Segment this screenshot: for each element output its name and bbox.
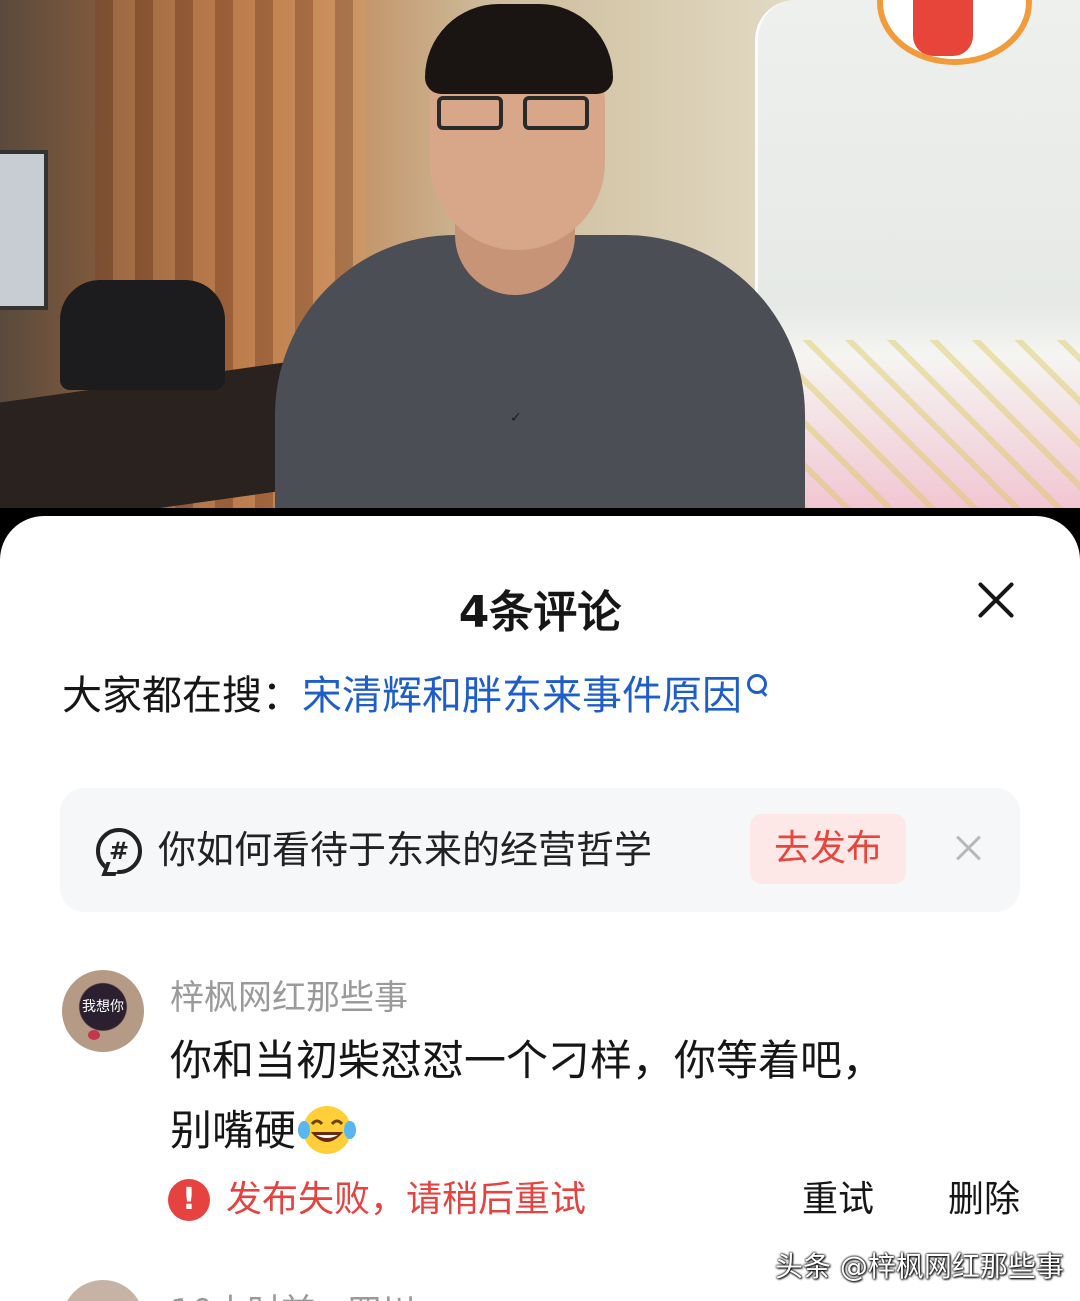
watermark: 头条 @梓枫网红那些事	[775, 1250, 1064, 1283]
avatar[interactable]	[62, 1280, 144, 1301]
video-player[interactable]: ✓	[0, 0, 1080, 508]
comment-text: 你和当初柴怼怼一个刁样，你等着吧， 别嘴硬	[170, 1026, 990, 1166]
tears-of-joy-emoji-icon	[298, 1105, 357, 1154]
comment-meta: 10小时前 · 四川	[170, 1284, 416, 1301]
person-glasses	[437, 96, 589, 132]
topic-card[interactable]: # 你如何看待于东来的经营哲学 去发布	[60, 788, 1020, 912]
comment-sheet: 4条评论 大家都在搜：宋清辉和胖东来事件原因 # 你如何看待于东来的经营哲学 去…	[0, 516, 1080, 1301]
bag-background	[60, 280, 225, 390]
avatar-text: 我想你	[82, 999, 124, 1015]
avatar[interactable]: 我想你	[62, 970, 144, 1052]
hot-search-link[interactable]: 宋清辉和胖东来事件原因	[302, 673, 742, 719]
publish-failed-text: 发布失败，请稍后重试	[226, 1179, 587, 1220]
person-hair	[425, 4, 613, 94]
hot-search-label: 大家都在搜：	[62, 673, 302, 719]
monitor-background	[0, 150, 48, 310]
shirt-logo: ✓	[510, 410, 522, 426]
comment-username[interactable]: 梓枫网红那些事	[170, 970, 408, 1019]
delete-button[interactable]: 删除	[948, 1176, 1020, 1224]
comment-text-line2: 别嘴硬	[170, 1106, 297, 1155]
sheet-title: 4条评论	[458, 587, 622, 638]
topic-text: 你如何看待于东来的经营哲学	[158, 828, 653, 872]
error-icon: !	[168, 1179, 210, 1221]
publish-button[interactable]: 去发布	[750, 814, 906, 884]
search-icon[interactable]	[746, 672, 768, 702]
comment-text-line1: 你和当初柴怼怼一个刁样，你等着吧，	[170, 1036, 885, 1085]
hashtag-chat-icon: #	[96, 828, 142, 874]
comment-item: 我想你 梓枫网红那些事 你和当初柴怼怼一个刁样，你等着吧， 别嘴硬 ! 发布失败…	[0, 966, 1080, 1226]
topic-close-icon[interactable]	[954, 832, 984, 862]
hot-search-row: 大家都在搜：宋清辉和胖东来事件原因	[62, 666, 768, 726]
publish-failed-row: ! 发布失败，请稍后重试 重试 删除	[168, 1176, 1028, 1226]
retry-button[interactable]: 重试	[802, 1176, 874, 1224]
close-icon[interactable]	[970, 574, 1022, 626]
